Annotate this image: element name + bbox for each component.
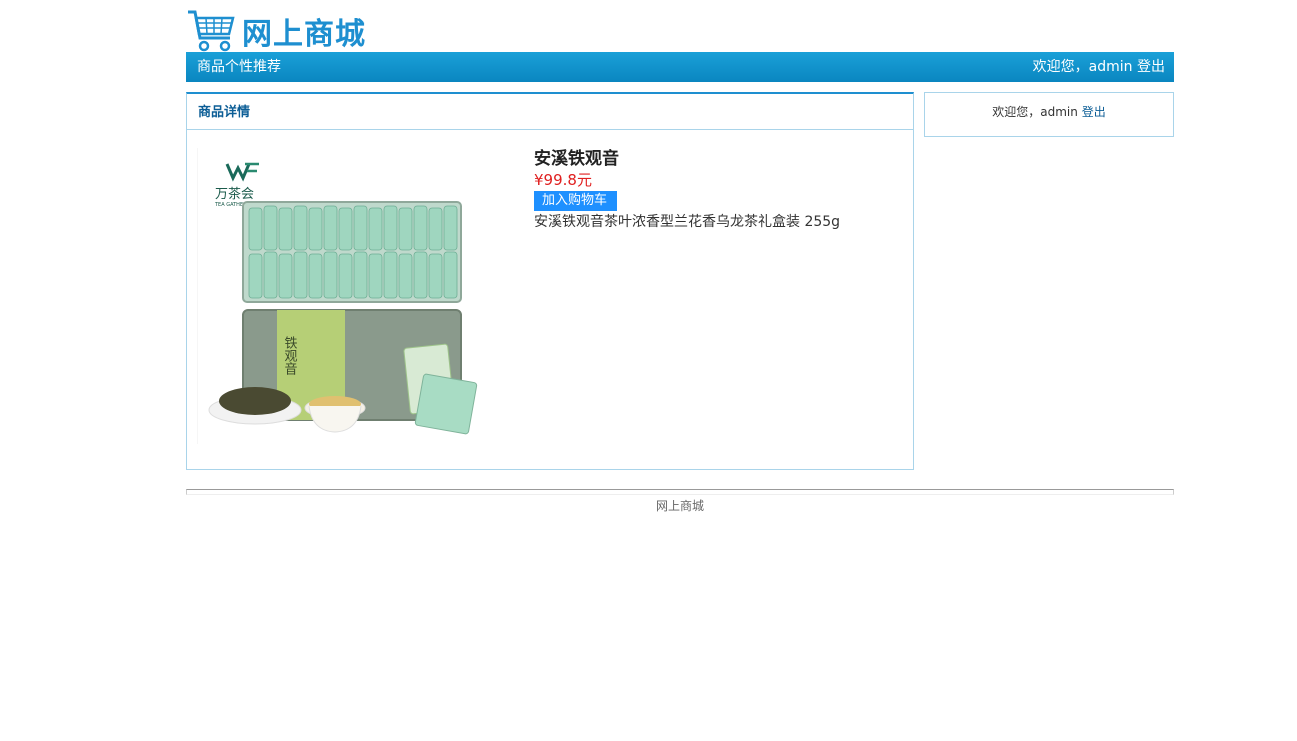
- product-detail-panel: 商品详情 万茶会 TEA GATHERING 铁观音 安溪铁观音 ¥99.8元 …: [186, 92, 914, 470]
- site-logo[interactable]: 网上商城: [186, 8, 366, 52]
- svg-text:铁观音: 铁观音: [282, 336, 298, 375]
- logo-text: 网上商城: [242, 17, 366, 52]
- add-to-cart-button[interactable]: 加入购物车: [534, 191, 618, 211]
- sidebar-logout-link[interactable]: 登出: [1082, 105, 1106, 119]
- nav-user-area: 欢迎您，admin 登出: [1033, 52, 1165, 82]
- product-description: 安溪铁观音茶叶浓香型兰花香乌龙茶礼盒装 255g: [534, 214, 841, 230]
- sidebar-welcome-text: 欢迎您，admin: [992, 105, 1078, 119]
- image-brand-label: 万茶会: [215, 186, 254, 202]
- product-info: 安溪铁观音 ¥99.8元 加入购物车 安溪铁观音茶叶浓香型兰花香乌龙茶礼盒装 2…: [534, 149, 840, 233]
- shopping-cart-icon: [186, 8, 236, 52]
- product-image: 万茶会 TEA GATHERING 铁观音: [196, 146, 497, 446]
- product-price: ¥99.8元: [534, 171, 592, 189]
- footer-text: 网上商城: [655, 499, 704, 513]
- nav-welcome-text: 欢迎您，admin: [1032, 59, 1133, 75]
- footer-divider: [186, 489, 1174, 495]
- sidebar-user-panel: 欢迎您，admin 登出: [924, 92, 1174, 137]
- top-navbar: 商品个性推荐 欢迎您，admin 登出: [186, 52, 1174, 82]
- product-name: 安溪铁观音: [534, 149, 619, 169]
- nav-recommend-link[interactable]: 商品个性推荐: [197, 52, 281, 82]
- nav-logout-link[interactable]: 登出: [1137, 59, 1165, 75]
- panel-title: 商品详情: [187, 94, 913, 130]
